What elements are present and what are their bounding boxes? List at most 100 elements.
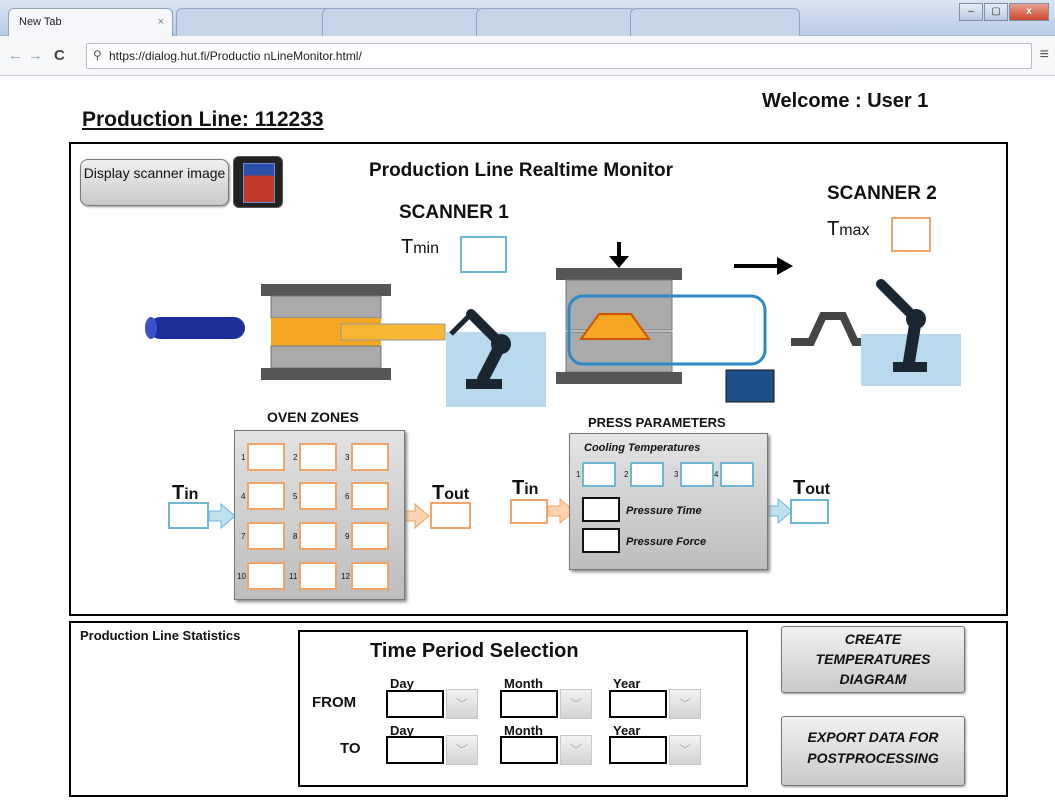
pressure-force-label: Pressure Force [626,536,707,548]
press-machine-icon [556,242,793,403]
press-tout-label: Tout [793,477,831,499]
to-month-select[interactable] [500,736,558,764]
tab-background[interactable] [176,8,331,36]
back-icon[interactable]: ← [8,47,23,64]
cooling-field-number: 1 [576,470,581,479]
cooling-temperature-field[interactable] [680,462,714,487]
oven-zone-field[interactable] [351,522,389,550]
forward-icon[interactable]: → [28,47,43,64]
tab-background[interactable] [630,8,800,36]
chevron-down-icon[interactable]: ﹀ [669,735,701,765]
to-year-select[interactable] [609,736,667,764]
oven-icon [261,284,446,380]
oven-zone-field[interactable] [247,562,285,590]
browser-toolbar: ← → C ⚲ https://dialog.hut.fi/Productio … [0,36,1055,76]
press-parameters-title: PRESS PARAMETERS [588,415,726,430]
chevron-down-icon[interactable]: ﹀ [560,689,592,719]
from-label: FROM [312,694,357,711]
from-year-select[interactable] [609,690,667,718]
tab-new-tab[interactable]: New Tab × [8,8,173,36]
production-line-title: Production Line: 112233 [82,108,324,131]
oven-zone-number: 6 [345,492,350,501]
maximize-button[interactable]: ▢ [984,3,1008,21]
oven-zone-number: 12 [341,572,350,581]
oven-zone-number: 10 [237,572,246,581]
cooling-field-number: 4 [714,470,719,479]
oven-zone-field[interactable] [351,482,389,510]
browser-titlebar: New Tab × – ▢ x [0,0,1055,36]
tab-label: New Tab [19,16,62,28]
chevron-down-icon[interactable]: ﹀ [446,735,478,765]
url-text: https://dialog.hut.fi/Productio nLineMon… [109,49,362,63]
oven-zone-number: 9 [345,532,350,541]
oven-zone-number: 7 [241,532,246,541]
press-tout-field[interactable] [790,499,829,524]
oven-tout-field[interactable] [430,502,471,529]
chevron-down-icon[interactable]: ﹀ [669,689,701,719]
reload-icon[interactable]: C [54,47,65,64]
chevron-down-icon[interactable]: ﹀ [560,735,592,765]
from-month-select[interactable] [500,690,558,718]
welcome-text: Welcome : User 1 [762,90,929,112]
address-bar[interactable]: ⚲ https://dialog.hut.fi/Productio nLineM… [86,43,1032,69]
menu-icon[interactable]: ≡ [1040,46,1049,64]
tab-background[interactable] [476,8,636,36]
from-day-select[interactable] [386,690,444,718]
oven-zone-field[interactable] [299,443,337,471]
statistics-panel: Production Line Statistics Time Period S… [69,621,1008,797]
oven-zone-number: 8 [293,532,298,541]
oven-zone-field[interactable] [247,522,285,550]
oven-zone-field[interactable] [299,482,337,510]
pressure-time-field[interactable] [582,497,620,522]
oven-zone-field[interactable] [299,522,337,550]
from-year-label: Year [613,676,641,691]
oven-zone-field[interactable] [299,562,337,590]
to-label: TO [340,740,361,757]
oven-zones-title: OVEN ZONES [267,409,359,425]
to-day-select[interactable] [386,736,444,764]
formed-part-icon [791,312,871,346]
statistics-title: Production Line Statistics [80,628,241,643]
oven-zone-field[interactable] [247,443,285,471]
arrow-out-icon [402,502,430,530]
create-temperatures-diagram-button[interactable]: CREATE TEMPERATURES DIAGRAM [781,626,965,693]
from-day-label: Day [390,676,414,691]
oven-zone-field[interactable] [351,443,389,471]
pressure-time-label: Pressure Time [626,505,702,517]
oven-zone-field[interactable] [247,482,285,510]
cooling-field-number: 2 [624,470,629,479]
pressure-force-field[interactable] [582,528,620,553]
minimize-button[interactable]: – [959,3,983,21]
robot-arm-icon [446,309,546,407]
cooling-temperature-field[interactable] [720,462,754,487]
cooling-temperature-field[interactable] [630,462,664,487]
oven-zone-number: 1 [241,453,246,462]
blank-billet-icon [145,317,245,339]
press-tin-field[interactable] [510,499,548,524]
cooling-temperatures-label: Cooling Temperatures [584,442,701,454]
export-data-button[interactable]: EXPORT DATA FOR POSTPROCESSING [781,716,965,786]
chevron-down-icon[interactable]: ﹀ [446,689,478,719]
process-diagram [145,242,961,530]
arrow-out-icon [765,497,793,525]
oven-zone-number: 2 [293,453,298,462]
arrow-in-icon [208,502,236,530]
press-parameters-panel: Cooling Temperatures 1234 Pressure Time … [569,433,768,570]
realtime-monitor-panel: Display scanner image Production Line Re… [69,142,1008,616]
press-tin-label: Tin [512,477,539,499]
oven-zone-field[interactable] [351,562,389,590]
search-icon: ⚲ [93,48,102,62]
time-period-selection: Time Period Selection FROM TO Day ﹀ Month ﹀… [298,630,748,787]
cooling-temperature-field[interactable] [582,462,616,487]
oven-zone-number: 11 [289,572,298,581]
tab-close-icon[interactable]: × [158,16,164,28]
window-controls: – ▢ x [959,3,1049,21]
close-window-button[interactable]: x [1009,3,1049,21]
oven-zone-number: 3 [345,453,350,462]
robot-arm-icon [861,279,961,386]
oven-zone-number: 4 [241,492,246,501]
tab-background[interactable] [322,8,482,36]
cooling-field-number: 3 [674,470,679,479]
oven-zones-panel: 1 2 3 4 5 6 7 8 9 10 11 12 [234,430,405,600]
oven-tin-field[interactable] [168,502,209,529]
